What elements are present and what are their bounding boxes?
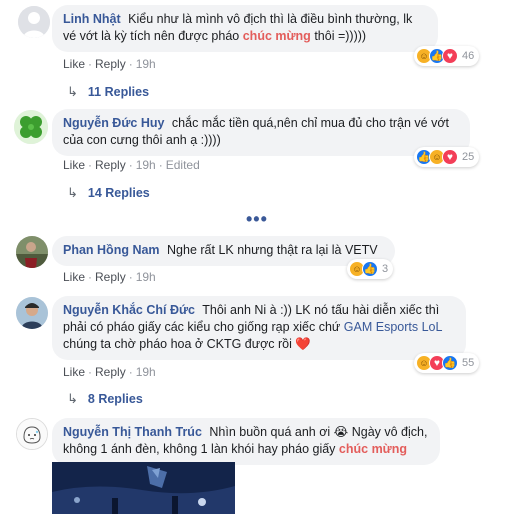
love-reaction-icon: ♥	[442, 149, 458, 165]
avatar[interactable]	[16, 418, 48, 450]
user-photo-icon	[16, 297, 48, 329]
default-avatar-icon	[18, 6, 50, 38]
like-reaction-icon: 👍	[442, 355, 458, 371]
hashtag-link[interactable]: chúc mừng	[339, 442, 407, 456]
reaction-count: 55	[462, 357, 475, 369]
timestamp[interactable]: 19h	[136, 365, 156, 379]
comment-bubble: Nguyễn Đức Huy chắc mắc tiền quá,nên chỉ…	[52, 109, 470, 156]
timestamp[interactable]: 19h	[136, 57, 156, 71]
avatar[interactable]	[16, 236, 48, 268]
replies-label: 11 Replies	[87, 85, 150, 99]
reaction-count: 3	[382, 263, 389, 275]
more-comments-button[interactable]: •••	[246, 210, 272, 228]
reaction-summary[interactable]: ☺ ♥ 👍 55	[414, 353, 480, 373]
comment-actions: Like · Reply · 19h	[63, 57, 156, 71]
more-dots-icon: •••	[246, 209, 268, 229]
comment-actions: Like · Reply · 19h	[63, 365, 156, 379]
view-replies-link[interactable]: ↳ 14 Replies	[67, 185, 150, 201]
comment-author[interactable]: Linh Nhật	[63, 12, 121, 26]
comment-author[interactable]: Nguyễn Thị Thanh Trúc	[63, 425, 202, 439]
comment-author[interactable]: Nguyễn Khắc Chí Đức	[63, 303, 195, 317]
comment-bubble: Phan Hồng Nam Nghe rất LK nhưng thật ra …	[52, 236, 395, 266]
like-button[interactable]: Like	[63, 365, 85, 379]
reply-button[interactable]: Reply	[95, 57, 126, 71]
avatar[interactable]	[16, 297, 48, 329]
user-photo-icon	[16, 236, 48, 268]
comment-actions: Like · Reply · 19h · Edited	[63, 158, 200, 172]
timestamp[interactable]: 19h	[136, 270, 156, 284]
reaction-summary[interactable]: ☺ 👍 3	[347, 259, 394, 279]
reaction-count: 46	[462, 50, 475, 62]
sticker-avatar-icon	[17, 419, 47, 449]
like-reaction-icon: 👍	[362, 261, 378, 277]
stage-photo-image	[52, 462, 235, 514]
comment-text: Nghe rất LK nhưng thật ra lại là VETV	[167, 243, 378, 257]
mentioned-page-link[interactable]: GAM Esports LoL	[344, 320, 442, 334]
reply-button[interactable]: Reply	[95, 365, 126, 379]
comment-text-end: chúng ta chờ pháo hoa ở CKTG được rồi ❤️	[63, 337, 311, 351]
comment-author[interactable]: Phan Hồng Nam	[63, 243, 160, 257]
view-replies-link[interactable]: ↳ 8 Replies	[67, 391, 143, 407]
reply-button[interactable]: Reply	[95, 270, 126, 284]
reaction-count: 25	[462, 151, 475, 163]
comment-bubble: Nguyễn Thị Thanh Trúc Nhìn buồn quá anh …	[52, 418, 440, 465]
love-reaction-icon: ♥	[442, 48, 458, 64]
like-button[interactable]: Like	[63, 57, 85, 71]
replies-label: 14 Replies	[87, 186, 150, 200]
comment-photo[interactable]	[52, 462, 235, 514]
reply-arrow-icon: ↳	[67, 185, 78, 200]
comment-bubble: Nguyễn Khắc Chí Đức Thôi anh Ni à :)) LK…	[52, 296, 466, 360]
comment-actions: Like · Reply · 19h	[63, 270, 156, 284]
reaction-summary[interactable]: ☺ 👍 ♥ 46	[414, 46, 480, 66]
like-button[interactable]: Like	[63, 270, 85, 284]
comment-bubble: Linh Nhật Kiểu như là mình vô địch thì l…	[52, 5, 438, 52]
edited-label[interactable]: Edited	[166, 158, 200, 172]
reply-arrow-icon: ↳	[67, 391, 78, 406]
replies-label: 8 Replies	[87, 392, 143, 406]
comment-author[interactable]: Nguyễn Đức Huy	[63, 116, 164, 130]
timestamp[interactable]: 19h	[136, 158, 156, 172]
like-button[interactable]: Like	[63, 158, 85, 172]
reply-button[interactable]: Reply	[95, 158, 126, 172]
reaction-summary[interactable]: 👍 ☺ ♥ 25	[414, 147, 480, 167]
avatar[interactable]	[18, 6, 50, 38]
clover-avatar-icon	[14, 110, 48, 144]
hashtag-link[interactable]: chúc mừng	[243, 29, 311, 43]
comment-text-end: thôi =)))))	[314, 29, 367, 43]
view-replies-link[interactable]: ↳ 11 Replies	[67, 84, 149, 100]
reply-arrow-icon: ↳	[67, 84, 78, 99]
avatar[interactable]	[14, 110, 48, 144]
